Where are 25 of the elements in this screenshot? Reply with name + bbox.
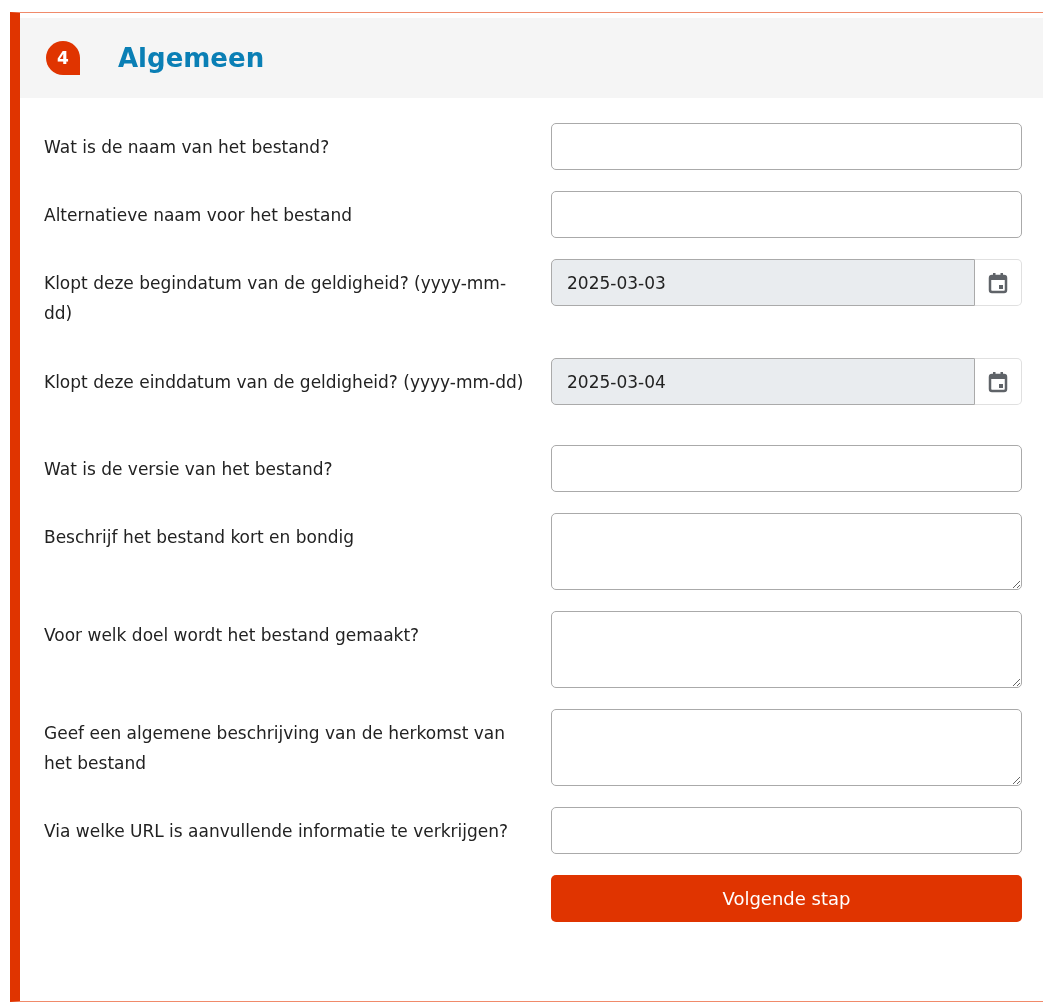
input-field[interactable] bbox=[551, 807, 1022, 854]
field-label: Klopt deze einddatum van de geldigheid? (yyyy-mm-dd) bbox=[44, 371, 524, 394]
calendar-icon bbox=[988, 370, 1008, 393]
date-field[interactable]: 2025-03-04 bbox=[551, 358, 975, 405]
field-label: Wat is de naam van het bestand? bbox=[44, 136, 331, 159]
field-label: Voor welk doel wordt het bestand gemaakt? bbox=[44, 624, 421, 647]
field-label: Via welke URL is aanvullende informatie te verkrijgen? bbox=[44, 820, 510, 843]
section-title: Algemeen bbox=[118, 43, 265, 73]
step-badge: 4 bbox=[46, 41, 80, 75]
field-label: Alternatieve naam voor het bestand bbox=[44, 204, 354, 227]
text-area[interactable] bbox=[551, 709, 1022, 786]
field-label: Wat is de versie van het bestand? bbox=[44, 458, 334, 481]
field-label: Geef een algemene beschrijving van de herkomst van het bestand bbox=[44, 722, 506, 775]
calendar-icon bbox=[988, 271, 1008, 294]
input-field[interactable] bbox=[551, 123, 1022, 170]
next-step-button[interactable]: Volgende stap bbox=[551, 875, 1022, 922]
calendar-button[interactable] bbox=[975, 358, 1022, 405]
calendar-button[interactable] bbox=[975, 259, 1022, 306]
input-field[interactable] bbox=[551, 445, 1022, 492]
date-field[interactable]: 2025-03-03 bbox=[551, 259, 975, 306]
text-area[interactable] bbox=[551, 611, 1022, 688]
field-label: Beschrijf het bestand kort en bondig bbox=[44, 526, 355, 549]
input-field[interactable] bbox=[551, 191, 1022, 238]
text-area[interactable] bbox=[551, 513, 1022, 590]
field-label: Klopt deze begindatum van de geldigheid? (yyyy-mm-dd) bbox=[44, 272, 508, 325]
